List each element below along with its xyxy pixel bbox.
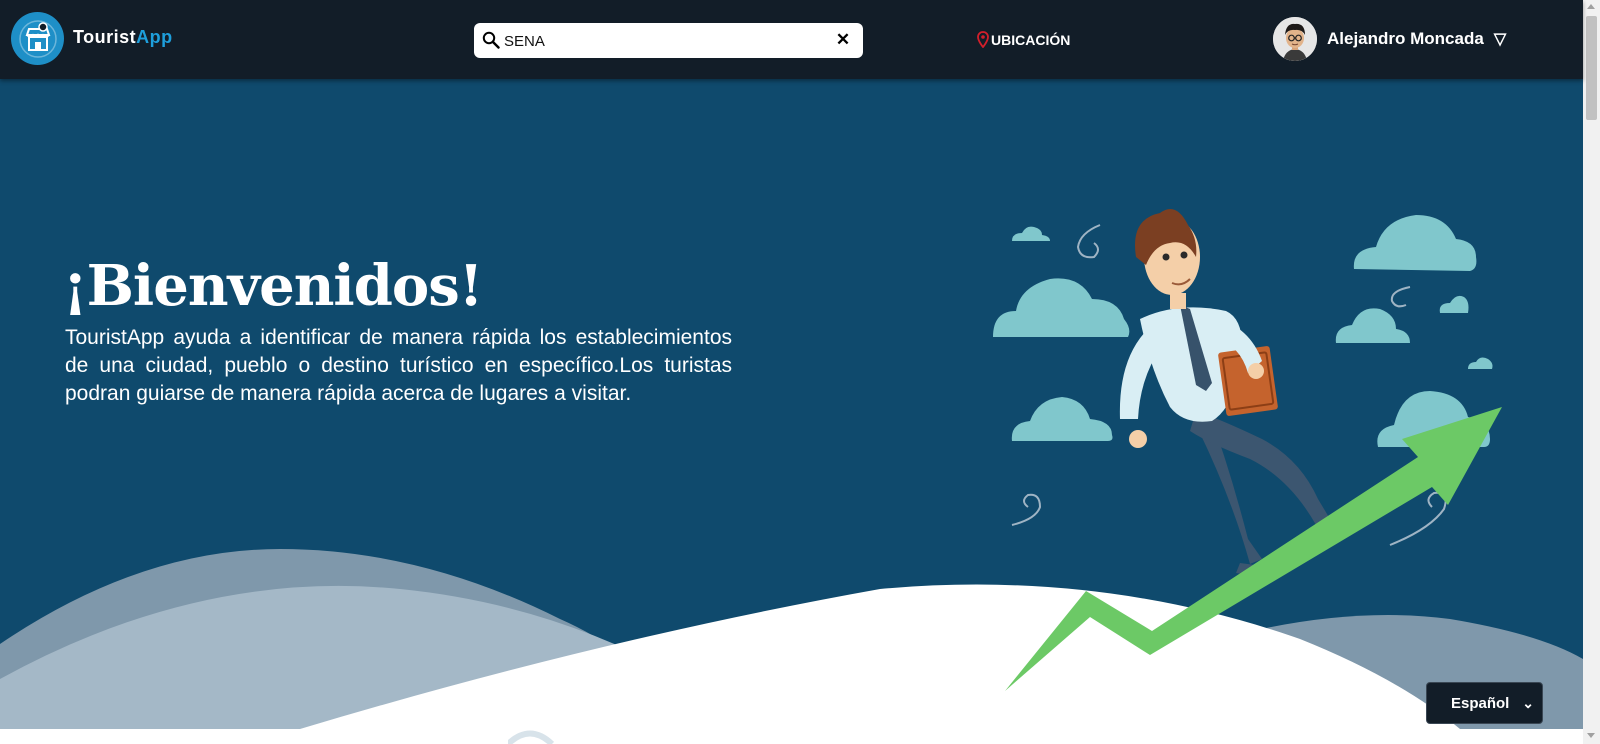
hero-section: ¡Bienvenidos! TouristApp ayuda a identif… xyxy=(0,79,1583,729)
store-icon xyxy=(18,19,57,58)
user-menu[interactable]: Alejandro Moncada ▽ xyxy=(1273,17,1506,61)
user-name: Alejandro Moncada xyxy=(1327,29,1484,48)
app-logo[interactable] xyxy=(11,12,64,65)
scroll-up-icon[interactable] xyxy=(1587,4,1595,9)
vertical-scrollbar[interactable] xyxy=(1583,0,1600,744)
businessman-figure xyxy=(1119,209,1330,577)
search-bar: ✕ xyxy=(474,23,863,58)
brand-accent: App xyxy=(136,27,173,47)
triangle-down-icon: ▽ xyxy=(1493,31,1507,48)
chevron-down-icon: ⌄ xyxy=(1522,694,1534,711)
location-label: UBICACIÓN xyxy=(991,31,1071,48)
location-link[interactable]: UBICACIÓN xyxy=(977,31,1070,48)
language-selected: Español xyxy=(1451,694,1510,712)
user-avatar xyxy=(1273,17,1317,61)
search-icon[interactable] xyxy=(482,31,500,49)
top-navbar: TouristApp ✕ UBICACIÓN xyxy=(0,0,1583,79)
hero-description: TouristApp ayuda a identificar de manera… xyxy=(65,326,732,405)
scroll-down-icon[interactable] xyxy=(1587,733,1595,738)
scrollbar-thumb[interactable] xyxy=(1586,16,1597,120)
app-brand-name[interactable]: TouristApp xyxy=(73,27,173,48)
brand-main: Tourist xyxy=(73,27,137,47)
map-pin-icon xyxy=(977,31,989,48)
search-input[interactable] xyxy=(504,30,824,52)
page-bottom xyxy=(0,729,1583,744)
language-select[interactable]: Español ⌄ xyxy=(1426,682,1543,724)
partial-circle-icon xyxy=(508,730,555,744)
hero-title: ¡Bienvenidos! xyxy=(63,253,483,319)
close-icon[interactable]: ✕ xyxy=(833,30,853,50)
